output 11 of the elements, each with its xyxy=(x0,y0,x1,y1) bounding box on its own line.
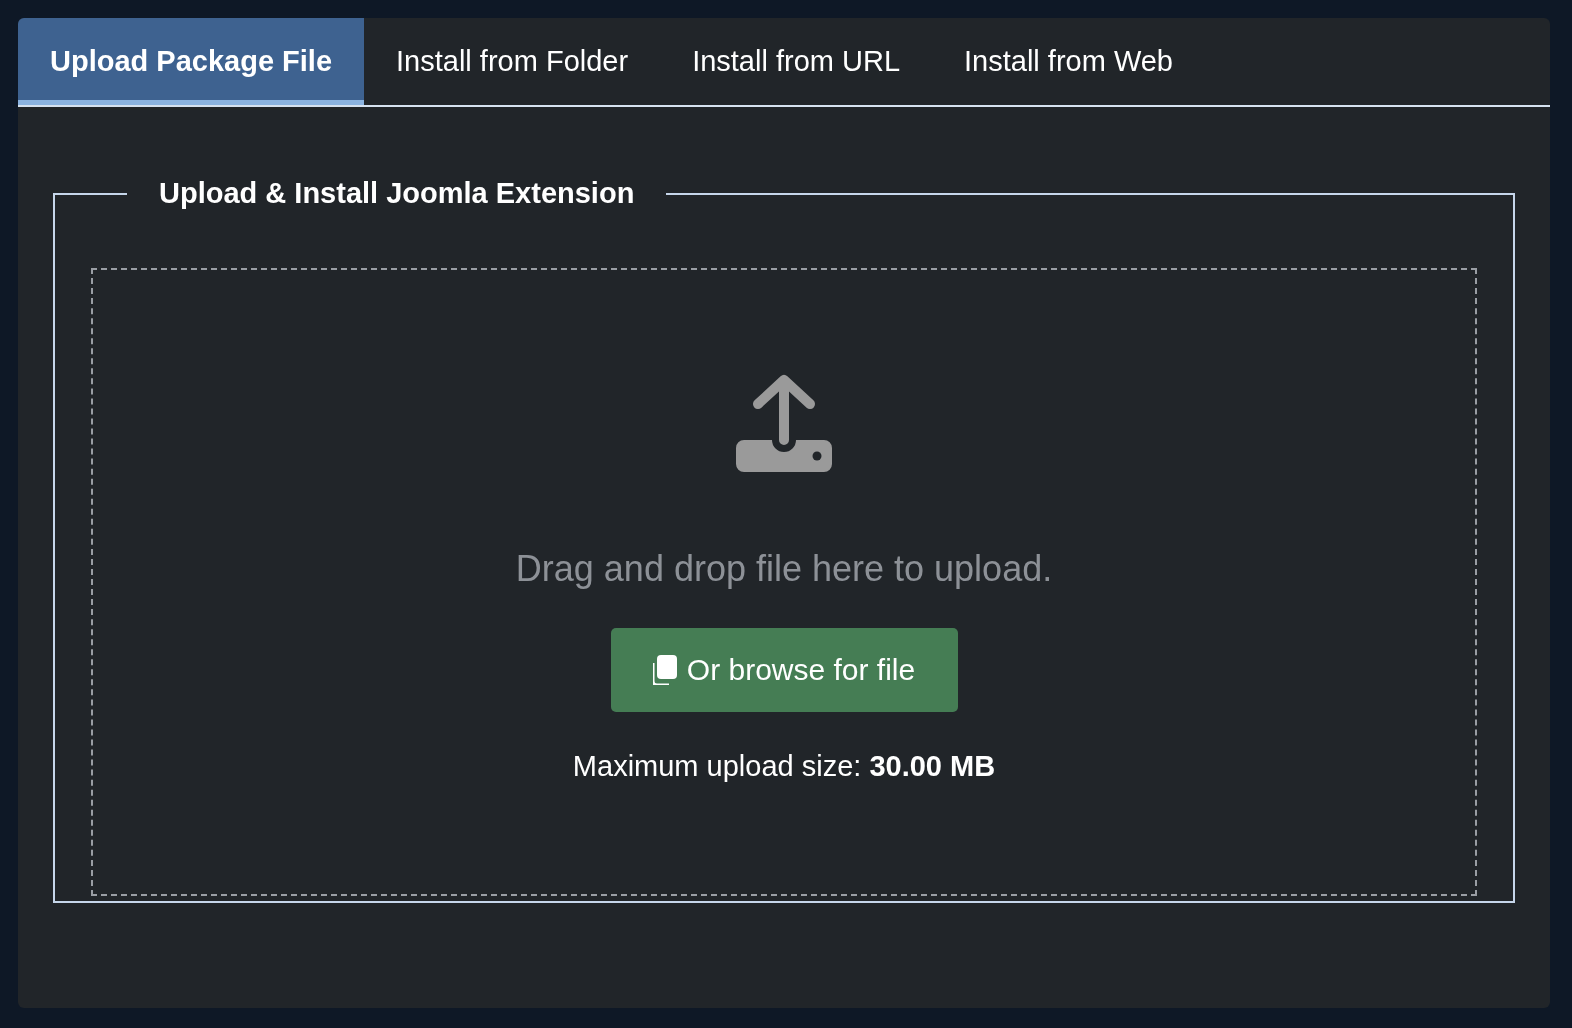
tab[interactable]: Install from Folder xyxy=(364,18,661,105)
max-upload-size: Maximum upload size: 30.00 MB xyxy=(572,750,996,783)
tab[interactable]: Install from Web xyxy=(932,18,1205,105)
fieldset-legend: Upload & Install Joomla Extension xyxy=(127,177,667,210)
drop-zone[interactable]: Drag and drop file here to upload. Or browse for file Maximum upload size: 30.00 MB xyxy=(91,268,1477,896)
browse-button[interactable]: Or browse for file xyxy=(610,628,958,712)
drop-hint: Drag and drop file here to upload. xyxy=(515,548,1053,590)
tab[interactable]: Upload Package File xyxy=(18,18,365,105)
copy-icon xyxy=(652,655,677,685)
tab[interactable]: Install from URL xyxy=(660,18,932,105)
upload-icon xyxy=(736,374,832,472)
